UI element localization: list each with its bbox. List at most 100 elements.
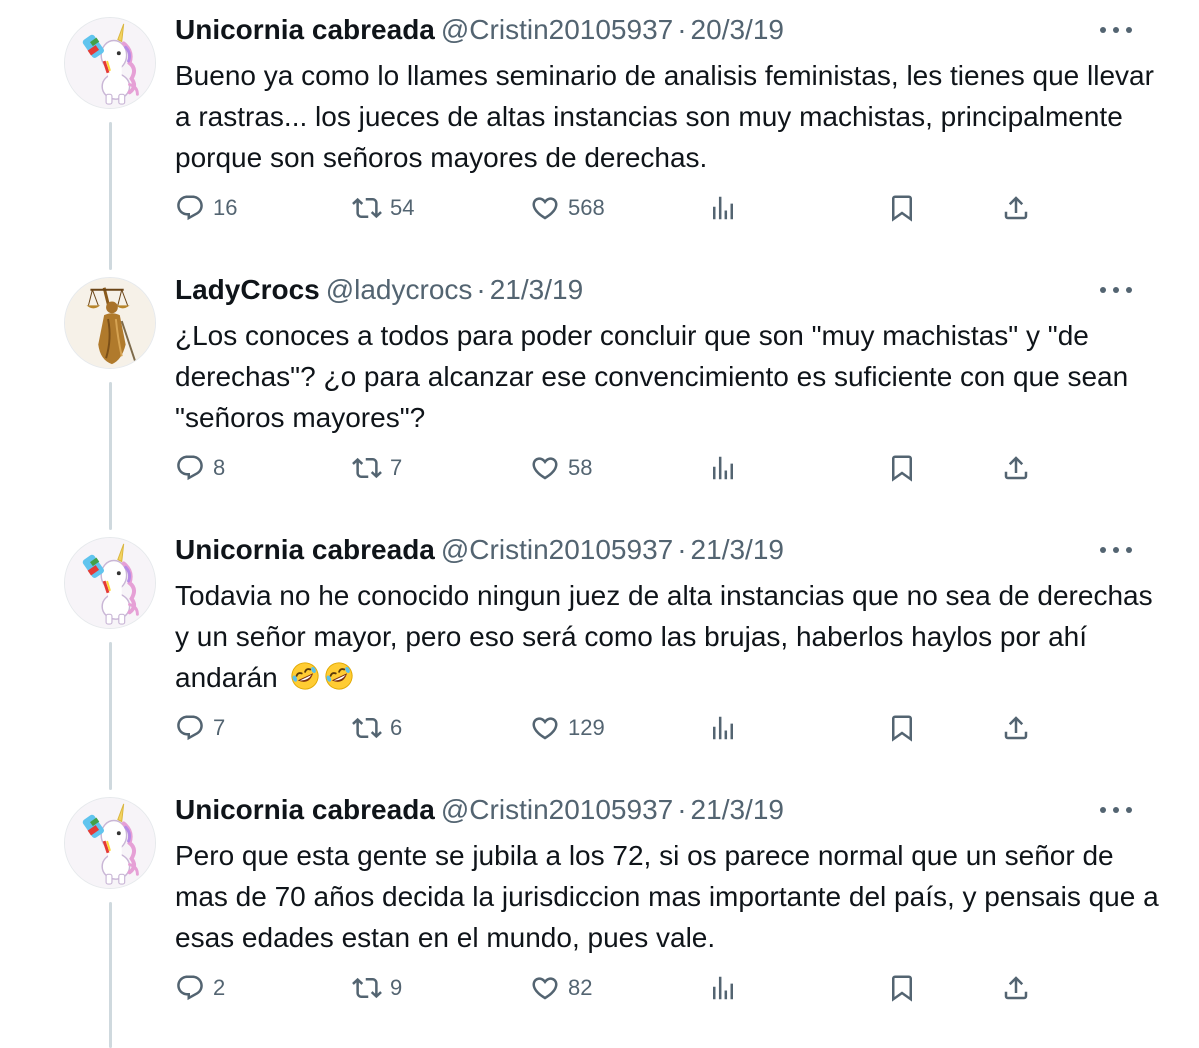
views-icon xyxy=(708,973,738,1003)
views-icon xyxy=(708,713,738,743)
reply-button[interactable]: 7 xyxy=(175,708,225,748)
tweet-header: Unicornia cabreada @Cristin20105937 · 21/3/… xyxy=(175,533,784,567)
retweet-count: 7 xyxy=(390,455,403,480)
views-button[interactable] xyxy=(708,188,738,228)
reply-count: 2 xyxy=(213,975,226,1000)
share-button[interactable] xyxy=(1001,968,1031,1008)
tweet-date[interactable]: 21/3/19 xyxy=(490,274,583,305)
views-icon xyxy=(708,453,738,483)
reply-icon xyxy=(175,713,205,743)
separator-dot: · xyxy=(677,794,687,825)
handle[interactable]: @Cristin20105937 xyxy=(441,14,673,45)
views-button[interactable] xyxy=(708,448,738,488)
tweet-header: Unicornia cabreada @Cristin20105937 · 21/3/… xyxy=(175,793,784,827)
display-name[interactable]: Unicornia cabreada xyxy=(175,14,435,45)
like-button[interactable]: 568 xyxy=(530,188,605,228)
lady-justice-avatar[interactable] xyxy=(64,277,156,369)
views-button[interactable] xyxy=(708,708,738,748)
bookmark-button[interactable] xyxy=(887,448,917,488)
heart-icon xyxy=(530,713,560,743)
like-count: 82 xyxy=(568,975,593,1000)
reply-button[interactable]: 8 xyxy=(175,448,225,488)
retweet-count: 54 xyxy=(390,195,415,220)
retweet-button[interactable]: 7 xyxy=(352,448,402,488)
bookmark-icon xyxy=(887,193,917,223)
handle[interactable]: @Cristin20105937 xyxy=(441,534,673,565)
tweet-text: Todavia no he conocido ningun juez de al… xyxy=(175,580,1153,693)
share-button[interactable] xyxy=(1001,448,1031,488)
handle[interactable]: @ladycrocs xyxy=(326,274,473,305)
tweet-text: Bueno ya como lo llames seminario de ana… xyxy=(175,60,1154,173)
unicorn-avatar[interactable] xyxy=(64,537,156,629)
reply-button[interactable]: 16 xyxy=(175,188,237,228)
like-count: 568 xyxy=(568,195,605,220)
handle[interactable]: @Cristin20105937 xyxy=(441,794,673,825)
bookmark-icon xyxy=(887,453,917,483)
heart-icon xyxy=(530,973,560,1003)
separator-dot: · xyxy=(677,534,687,565)
separator-dot: · xyxy=(677,14,687,45)
bookmark-button[interactable] xyxy=(887,708,917,748)
rolling-on-floor-laughing-emoji xyxy=(324,661,354,691)
reply-button[interactable]: 2 xyxy=(175,968,225,1008)
tweet[interactable]: Unicornia cabreada @Cristin20105937 · 21/3/… xyxy=(0,780,1199,1040)
more-options-icon[interactable] xyxy=(1100,20,1132,40)
retweet-button[interactable]: 54 xyxy=(352,188,414,228)
tweet-text: Pero que esta gente se jubila a los 72, … xyxy=(175,840,1159,953)
heart-icon xyxy=(530,193,560,223)
like-count: 58 xyxy=(568,455,593,480)
rolling-on-floor-laughing-emoji xyxy=(290,661,320,691)
retweet-icon xyxy=(352,713,382,743)
reply-count: 8 xyxy=(213,455,226,480)
tweet-text: ¿Los conoces a todos para poder concluir… xyxy=(175,320,1129,433)
bookmark-icon xyxy=(887,713,917,743)
share-button[interactable] xyxy=(1001,188,1031,228)
reply-icon xyxy=(175,973,205,1003)
tweet-text-container: Todavia no he conocido ningun juez de al… xyxy=(175,575,1165,698)
unicorn-avatar[interactable] xyxy=(64,17,156,109)
tweet-actions: 2 9 82 xyxy=(175,968,1055,1008)
like-button[interactable]: 82 xyxy=(530,968,592,1008)
share-icon xyxy=(1001,453,1031,483)
retweet-button[interactable]: 6 xyxy=(352,708,402,748)
retweet-icon xyxy=(352,973,382,1003)
display-name[interactable]: Unicornia cabreada xyxy=(175,794,435,825)
unicorn-avatar[interactable] xyxy=(64,797,156,889)
tweet[interactable]: LadyCrocs @ladycrocs · 21/3/19 ¿Los conoces… xyxy=(0,260,1199,520)
tweet[interactable]: Unicornia cabreada @Cristin20105937 · 20/3/… xyxy=(0,0,1199,260)
display-name[interactable]: LadyCrocs xyxy=(175,274,320,305)
share-button[interactable] xyxy=(1001,708,1031,748)
retweet-count: 6 xyxy=(390,715,403,740)
tweet[interactable]: Unicornia cabreada @Cristin20105937 · 21/3/… xyxy=(0,520,1199,780)
retweet-button[interactable]: 9 xyxy=(352,968,402,1008)
tweet-date[interactable]: 20/3/19 xyxy=(691,14,784,45)
tweet-header: Unicornia cabreada @Cristin20105937 · 20/3/… xyxy=(175,13,784,47)
more-options-icon[interactable] xyxy=(1100,280,1132,300)
like-button[interactable]: 129 xyxy=(530,708,605,748)
views-button[interactable] xyxy=(708,968,738,1008)
tweet-actions: 16 54 568 xyxy=(175,188,1055,228)
tweet-actions: 8 7 58 xyxy=(175,448,1055,488)
more-options-icon[interactable] xyxy=(1100,540,1132,560)
like-count: 129 xyxy=(568,715,605,740)
more-options-icon[interactable] xyxy=(1100,800,1132,820)
tweet-date[interactable]: 21/3/19 xyxy=(691,794,784,825)
share-icon xyxy=(1001,713,1031,743)
bookmark-button[interactable] xyxy=(887,968,917,1008)
retweet-icon xyxy=(352,453,382,483)
display-name[interactable]: Unicornia cabreada xyxy=(175,534,435,565)
share-icon xyxy=(1001,973,1031,1003)
tweet-header: LadyCrocs @ladycrocs · 21/3/19 xyxy=(175,273,583,307)
reply-icon xyxy=(175,193,205,223)
bookmark-button[interactable] xyxy=(887,188,917,228)
views-icon xyxy=(708,193,738,223)
tweet-actions: 7 6 129 xyxy=(175,708,1055,748)
heart-icon xyxy=(530,453,560,483)
like-button[interactable]: 58 xyxy=(530,448,592,488)
retweet-count: 9 xyxy=(390,975,403,1000)
separator-dot: · xyxy=(476,274,486,305)
tweet-date[interactable]: 21/3/19 xyxy=(691,534,784,565)
share-icon xyxy=(1001,193,1031,223)
reply-count: 16 xyxy=(213,195,238,220)
bookmark-icon xyxy=(887,973,917,1003)
